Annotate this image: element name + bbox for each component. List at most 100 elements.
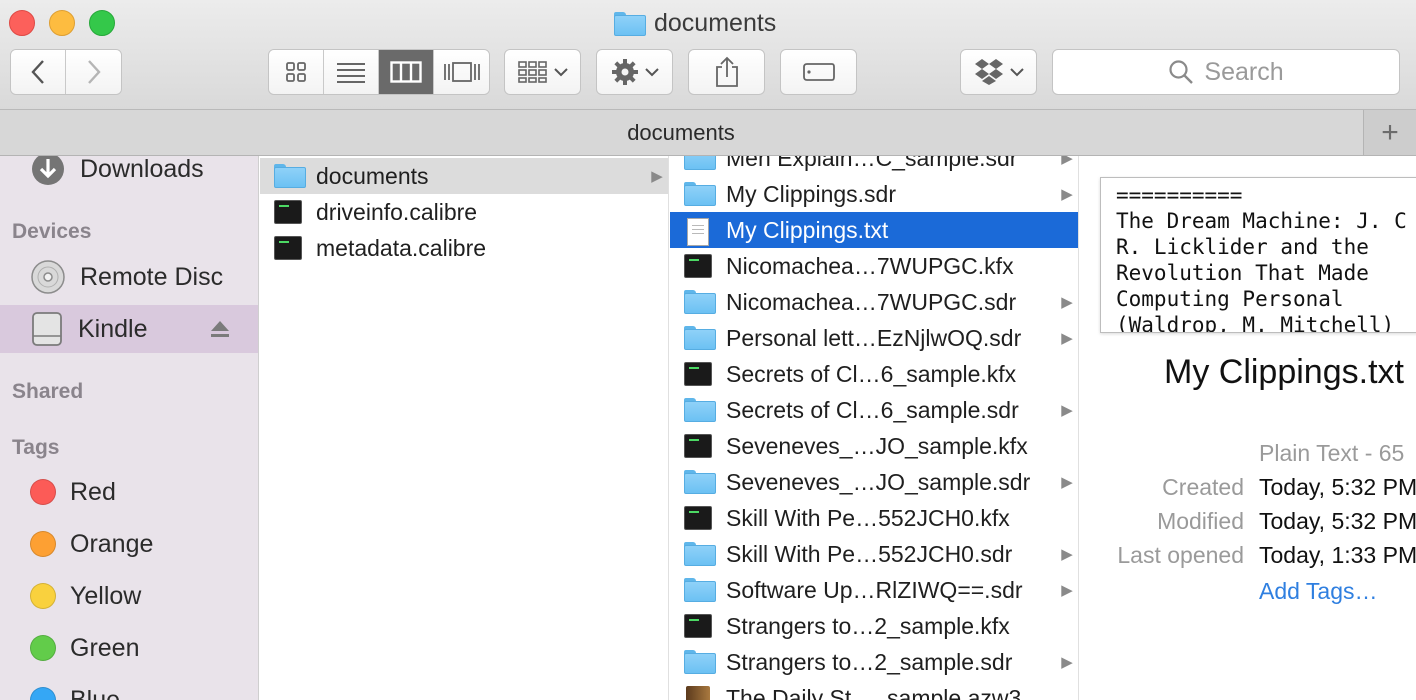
sidebar: Downloads Devices Remote Disc Kindle Sha… <box>0 156 259 700</box>
search-field[interactable]: Search <box>1052 49 1400 95</box>
file-name: Men Explain…C_sample.sdr <box>726 156 1018 171</box>
sidebar-item-tag-red[interactable]: Red <box>0 468 258 516</box>
sidebar-item-tag-orange[interactable]: Orange <box>0 520 258 568</box>
folder-icon <box>614 12 646 36</box>
preview-pane: ========== The Dream Machine: J. C R. Li… <box>1080 156 1416 700</box>
file-row[interactable]: Secrets of Cl…6_sample.kfx <box>670 356 1078 392</box>
gear-icon <box>611 59 638 85</box>
sidebar-item-label: Yellow <box>70 581 142 610</box>
new-tab-button[interactable]: + <box>1363 110 1416 155</box>
search-icon <box>1169 60 1194 84</box>
file-name: Seveneves_…JO_sample.kfx <box>726 432 1028 459</box>
tab-documents[interactable]: documents <box>0 110 1362 155</box>
tag-color-dot-icon <box>30 687 56 700</box>
devices-header: Devices <box>12 220 92 243</box>
disclosure-arrow-icon: ▶ <box>651 168 663 185</box>
terminal-file-icon <box>684 362 714 386</box>
list-view-button[interactable] <box>324 50 379 94</box>
terminal-file-icon <box>684 614 714 638</box>
file-row[interactable]: metadata.calibre <box>260 230 668 266</box>
file-row[interactable]: Seveneves_…JO_sample.sdr ▶ <box>670 464 1078 500</box>
file-row[interactable]: Skill With Pe…552JCH0.kfx <box>670 500 1078 536</box>
arrange-button[interactable] <box>504 49 581 95</box>
sidebar-item-label: Kindle <box>78 314 148 343</box>
cover-flow-button[interactable] <box>434 50 489 94</box>
sidebar-item-kindle[interactable]: Kindle <box>0 305 258 353</box>
file-name: Nicomachea…7WUPGC.sdr <box>726 288 1017 315</box>
file-name: My Clippings.sdr <box>726 180 896 207</box>
dropbox-button[interactable] <box>960 49 1037 95</box>
file-row[interactable]: Men Explain…C_sample.sdr ▶ <box>670 156 1078 176</box>
add-tags-link[interactable]: Add Tags… <box>1259 578 1377 605</box>
folder-icon <box>684 398 716 422</box>
file-preview-thumbnail[interactable]: ========== The Dream Machine: J. C R. Li… <box>1100 177 1416 333</box>
file-name: Nicomachea…7WUPGC.kfx <box>726 252 1014 279</box>
cover-flow-icon <box>443 62 480 82</box>
file-row[interactable]: The Daily St…_sample.azw3 <box>670 680 1078 700</box>
chevron-left-icon <box>31 60 44 84</box>
file-row[interactable]: Skill With Pe…552JCH0.sdr ▶ <box>670 536 1078 572</box>
file-row[interactable]: Strangers to…2_sample.kfx <box>670 608 1078 644</box>
info-label: Last opened <box>1117 542 1244 568</box>
file-name: Secrets of Cl…6_sample.kfx <box>726 360 1017 387</box>
sidebar-item-label: Orange <box>70 529 154 558</box>
sidebar-item-downloads[interactable]: Downloads <box>0 156 258 193</box>
file-name: Secrets of Cl…6_sample.sdr <box>726 396 1019 423</box>
file-name: Strangers to…2_sample.sdr <box>726 648 1013 675</box>
shared-header: Shared <box>12 380 84 403</box>
column-view-button[interactable] <box>379 50 434 94</box>
share-button[interactable] <box>688 49 765 95</box>
downloads-icon <box>32 156 64 185</box>
forward-button[interactable] <box>66 50 121 94</box>
tag-color-dot-icon <box>30 635 56 661</box>
terminal-file-icon <box>684 254 714 278</box>
sidebar-item-label: Green <box>70 633 140 662</box>
sidebar-item-tag-green[interactable]: Green <box>0 624 258 672</box>
search-placeholder: Search <box>1204 57 1284 86</box>
file-row[interactable]: Nicomachea…7WUPGC.kfx <box>670 248 1078 284</box>
file-name: My Clippings.txt <box>726 216 889 243</box>
back-button[interactable] <box>11 50 66 94</box>
window-title-label: documents <box>654 8 777 37</box>
sidebar-item-tag-yellow[interactable]: Yellow <box>0 572 258 620</box>
folder-icon <box>684 578 716 602</box>
disclosure-arrow-icon: ▶ <box>1061 402 1073 419</box>
file-name: metadata.calibre <box>316 234 487 261</box>
file-row[interactable]: Strangers to…2_sample.sdr ▶ <box>670 644 1078 680</box>
dropbox-icon <box>974 59 1003 85</box>
minimize-window-button[interactable] <box>49 10 75 36</box>
disclosure-arrow-icon: ▶ <box>1061 474 1073 491</box>
folder-icon <box>684 290 716 314</box>
edit-tags-button[interactable] <box>780 49 857 95</box>
file-row[interactable]: Secrets of Cl…6_sample.sdr ▶ <box>670 392 1078 428</box>
tags-header: Tags <box>12 436 60 459</box>
file-row[interactable]: Seveneves_…JO_sample.kfx <box>670 428 1078 464</box>
info-row: Modified Today, 5:32 PM <box>1080 508 1416 542</box>
file-row[interactable]: My Clippings.txt <box>670 212 1078 248</box>
sidebar-item-label: Remote Disc <box>80 262 224 291</box>
eject-icon[interactable] <box>210 320 230 338</box>
file-row[interactable]: My Clippings.sdr ▶ <box>670 176 1078 212</box>
file-row[interactable]: Nicomachea…7WUPGC.sdr ▶ <box>670 284 1078 320</box>
disclosure-arrow-icon: ▶ <box>1061 582 1073 599</box>
terminal-file-icon <box>274 200 304 224</box>
tab-bar: documents + <box>0 110 1416 156</box>
close-window-button[interactable] <box>9 10 35 36</box>
sidebar-item-tag-blue[interactable]: Blue <box>0 676 258 700</box>
file-row[interactable]: driveinfo.calibre <box>260 194 668 230</box>
tag-color-dot-icon <box>30 531 56 557</box>
chevron-down-icon <box>1009 68 1024 77</box>
info-row: Created Today, 5:32 PM <box>1080 474 1416 508</box>
sidebar-item-label: Downloads <box>80 156 204 183</box>
file-row[interactable]: Software Up…RlZIWQ==.sdr ▶ <box>670 572 1078 608</box>
chevron-down-icon <box>553 68 568 77</box>
icon-view-button[interactable] <box>269 50 324 94</box>
info-value: Today, 5:32 PM <box>1259 508 1416 534</box>
action-button[interactable] <box>596 49 673 95</box>
sidebar-item-remote-disc[interactable]: Remote Disc <box>0 253 258 301</box>
file-row[interactable]: Personal lett…EzNjlwOQ.sdr ▶ <box>670 320 1078 356</box>
folder-icon <box>684 326 716 350</box>
grid-icon <box>286 62 306 82</box>
zoom-window-button[interactable] <box>89 10 115 36</box>
file-row[interactable]: documents ▶ <box>260 158 668 194</box>
